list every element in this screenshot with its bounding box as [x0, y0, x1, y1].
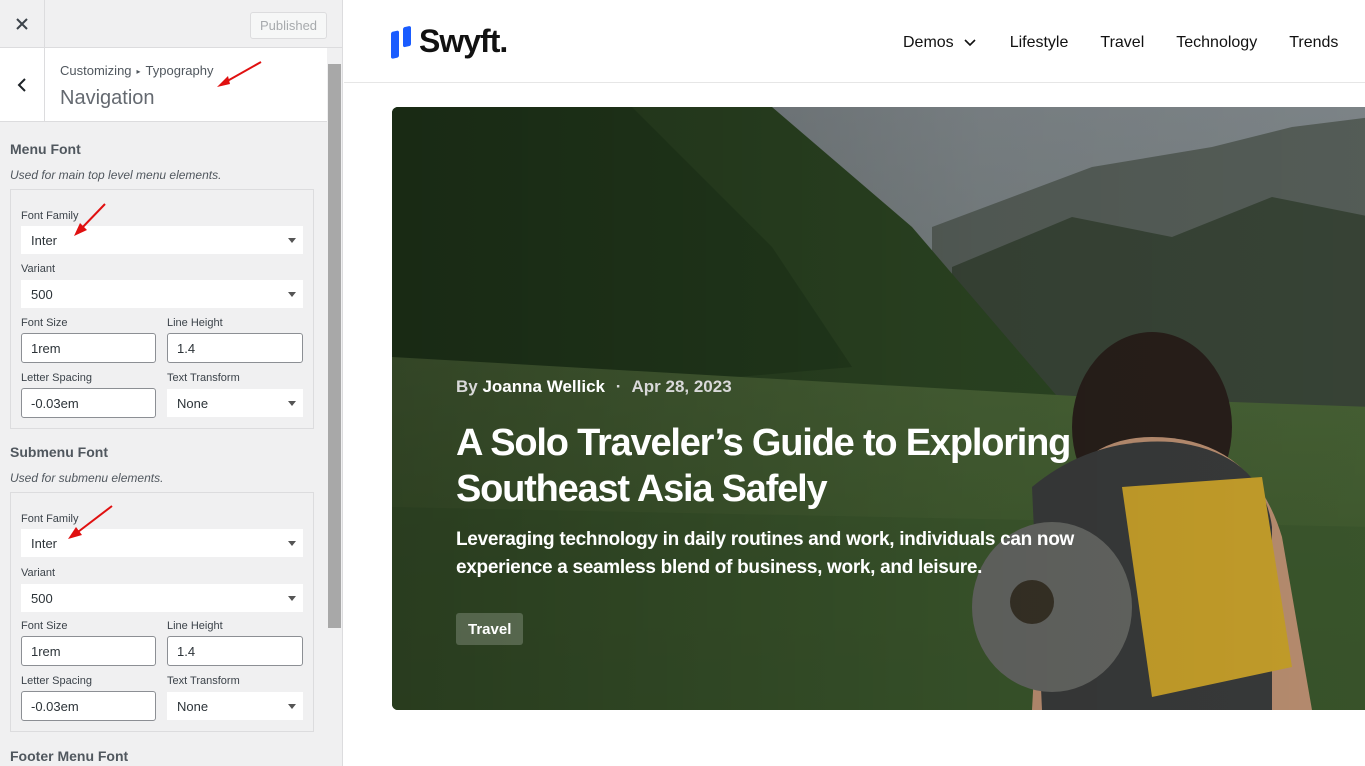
nav-item-travel[interactable]: Travel: [1100, 34, 1144, 52]
letter-spacing-label: Letter Spacing: [21, 675, 92, 687]
submenu-text-transform-select[interactable]: None: [167, 692, 303, 720]
menu-line-height-input[interactable]: 1.4: [167, 333, 303, 363]
menu-font-title: Menu Font: [10, 141, 81, 157]
menu-font-controls: Font Family Inter Variant 500 Font Size …: [10, 189, 314, 429]
submenu-variant-select[interactable]: 500: [21, 584, 303, 612]
nav-item-label: Demos: [903, 34, 954, 51]
menu-variant-value: 500: [31, 287, 53, 302]
submenu-font-size-input[interactable]: 1rem: [21, 636, 156, 666]
annotation-arrow-icon: [217, 61, 262, 87]
post-excerpt: Leveraging technology in daily routines …: [456, 529, 1075, 578]
breadcrumb: Customizing ▸ Typography: [60, 63, 213, 78]
breadcrumb-root: Customizing: [60, 63, 132, 78]
submenu-text-transform-value: None: [177, 699, 209, 714]
post-title[interactable]: A Solo Traveler’s Guide to Exploring Sou…: [456, 420, 1076, 512]
nav-item-demos[interactable]: Demos: [903, 34, 978, 52]
swyft-logo-icon: [391, 26, 411, 59]
chevron-down-icon: [964, 39, 976, 47]
scrollbar-thumb[interactable]: [328, 64, 341, 628]
chevron-left-icon: [17, 77, 26, 92]
menu-font-size-input[interactable]: 1rem: [21, 333, 156, 363]
menu-variant-select[interactable]: 500: [21, 280, 303, 308]
dropdown-caret-icon: [288, 541, 296, 546]
submenu-font-controls: Font Family Inter Variant 500 Font Size …: [10, 492, 314, 732]
close-customizer-button[interactable]: [0, 0, 45, 48]
line-height-label: Line Height: [167, 620, 223, 632]
submenu-letter-spacing-input[interactable]: -0.03em: [21, 691, 156, 721]
menu-font-description: Used for main top level menu elements.: [10, 168, 222, 182]
logo-text: Swyft.: [419, 22, 508, 59]
menu-text-transform-value: None: [177, 396, 209, 411]
section-header: Customizing ▸ Typography Navigation: [0, 48, 327, 122]
annotation-arrow-icon: [74, 203, 106, 236]
publish-button[interactable]: Published: [250, 12, 327, 39]
post-category-tag[interactable]: Travel: [456, 613, 524, 645]
line-height-label: Line Height: [167, 317, 223, 329]
text-transform-label: Text Transform: [167, 675, 240, 687]
dropdown-caret-icon: [288, 292, 296, 297]
submenu-font-description: Used for submenu elements.: [10, 471, 164, 485]
back-button[interactable]: [0, 48, 45, 121]
post-meta: By Joanna Wellick · Apr 28, 2023: [456, 377, 732, 397]
site-logo[interactable]: Swyft.: [391, 22, 508, 60]
site-header: Swyft. Demos Lifestyle Travel Technology…: [344, 0, 1365, 83]
breadcrumb-parent: Typography: [145, 63, 214, 78]
submenu-font-family-value: Inter: [31, 536, 58, 551]
dropdown-caret-icon: [288, 238, 296, 243]
nav-item-trends[interactable]: Trends: [1289, 34, 1338, 52]
customizer-topbar: Published: [0, 0, 342, 48]
letter-spacing-label: Letter Spacing: [21, 372, 92, 384]
font-size-label: Font Size: [21, 317, 68, 329]
text-transform-label: Text Transform: [167, 372, 240, 384]
variant-label: Variant: [21, 567, 56, 579]
nav-item-technology[interactable]: Technology: [1176, 34, 1257, 52]
annotation-arrow-icon: [68, 505, 113, 539]
dropdown-caret-icon: [288, 704, 296, 709]
dropdown-caret-icon: [288, 596, 296, 601]
dropdown-caret-icon: [288, 401, 296, 406]
nav-item-lifestyle[interactable]: Lifestyle: [1010, 34, 1069, 52]
close-icon: [16, 18, 28, 30]
hero-post[interactable]: By Joanna Wellick · Apr 28, 2023 A Solo …: [392, 107, 1365, 710]
font-size-label: Font Size: [21, 620, 68, 632]
post-by-label: By: [456, 377, 478, 396]
sidebar-scrollbar[interactable]: [327, 48, 342, 766]
menu-font-family-select[interactable]: Inter: [21, 226, 303, 254]
breadcrumb-separator-icon: ▸: [136, 67, 141, 77]
variant-label: Variant: [21, 263, 56, 275]
menu-text-transform-select[interactable]: None: [167, 389, 303, 417]
main-navigation: Demos Lifestyle Travel Technology Trends: [903, 34, 1338, 52]
menu-letter-spacing-input[interactable]: -0.03em: [21, 388, 156, 418]
customizer-sidebar: Published Customizing ▸ Typography Navigat…: [0, 0, 343, 766]
post-date: Apr 28, 2023: [631, 377, 732, 396]
footer-menu-font-title: Footer Menu Font: [10, 748, 129, 764]
post-author[interactable]: Joanna Wellick: [482, 377, 605, 396]
hero-overlay: [392, 107, 1365, 710]
menu-font-family-value: Inter: [31, 233, 58, 248]
meta-separator: ·: [615, 377, 622, 396]
section-title: Navigation: [60, 87, 155, 109]
submenu-font-title: Submenu Font: [10, 444, 108, 460]
submenu-variant-value: 500: [31, 591, 53, 606]
site-preview: Swyft. Demos Lifestyle Travel Technology…: [344, 0, 1365, 766]
submenu-line-height-input[interactable]: 1.4: [167, 636, 303, 666]
